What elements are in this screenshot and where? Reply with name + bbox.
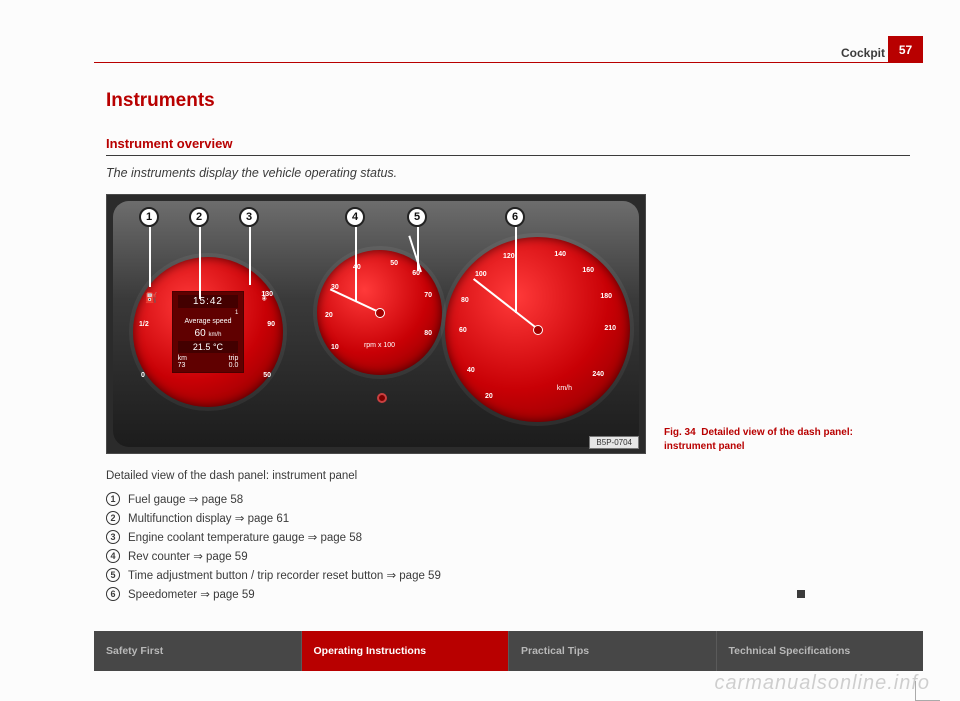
rev-counter-gauge: 10 20 30 40 50 60 70 80 rpm x 100 xyxy=(317,250,442,375)
legend-list: 1 Fuel gauge ⇒ page 58 2 Multifunction dis… xyxy=(106,492,910,601)
mfd-label: Average speed xyxy=(185,318,232,325)
callout-3: 3 xyxy=(239,207,259,227)
section-end-marker xyxy=(797,590,805,598)
footer-tabs: Safety First Operating Instructions Prac… xyxy=(94,631,923,671)
trip-reset-button xyxy=(377,393,387,403)
speed-240: 240 xyxy=(592,371,604,378)
callout-5-line xyxy=(417,227,419,271)
legend-item: 3 Engine coolant temperature gauge ⇒ page… xyxy=(106,530,910,544)
fuel-icon: ⛽ xyxy=(145,293,157,304)
legend-item: 2 Multifunction display ⇒ page 61 xyxy=(106,511,910,525)
callout-6: 6 xyxy=(505,207,525,227)
speed-100: 100 xyxy=(475,271,487,278)
legend-text: Time adjustment button / trip recorder r… xyxy=(128,568,441,582)
speedo-unit: km/h xyxy=(557,385,572,392)
side-tab-marker xyxy=(915,681,940,701)
page-title: Instruments xyxy=(106,90,910,112)
legend-text: Fuel gauge ⇒ page 58 xyxy=(128,492,243,506)
callout-4: 4 xyxy=(345,207,365,227)
legend-item: 4 Rev counter ⇒ page 59 xyxy=(106,549,910,563)
legend-num: 1 xyxy=(106,492,120,506)
mfd-temp: 21.5 °C xyxy=(178,341,237,353)
multifunction-display: 15:42 1 Average speed 60 km/h 21.5 °C km… xyxy=(172,291,244,373)
watermark: carmanualsonline.info xyxy=(714,672,930,695)
legend-text: Multifunction display ⇒ page 61 xyxy=(128,511,289,525)
speed-120: 120 xyxy=(503,253,515,260)
speed-20: 20 xyxy=(485,393,493,400)
temp-mark-130: 130 xyxy=(261,291,273,298)
callout-2: 2 xyxy=(189,207,209,227)
speed-60: 60 xyxy=(459,327,467,334)
figure-caption-lead: Fig. 34 xyxy=(664,427,696,438)
legend-text: Speedometer ⇒ page 59 xyxy=(128,587,255,601)
callout-6-line xyxy=(515,227,517,313)
tacho-80: 80 xyxy=(424,330,432,337)
footer-tab-practical[interactable]: Practical Tips xyxy=(509,631,717,671)
mfd-bottom-row: km73 trip0.0 xyxy=(178,355,239,369)
tacho-10: 10 xyxy=(331,344,339,351)
speed-160: 160 xyxy=(582,267,594,274)
footer-tab-technical[interactable]: Technical Specifications xyxy=(717,631,924,671)
speed-180: 180 xyxy=(600,293,612,300)
legend-text: Engine coolant temperature gauge ⇒ page … xyxy=(128,530,362,544)
legend-item: 6 Speedometer ⇒ page 59 xyxy=(106,587,910,601)
callout-1-line xyxy=(149,227,151,287)
legend-text: Rev counter ⇒ page 59 xyxy=(128,549,248,563)
fuel-mark-0: 0 xyxy=(141,372,145,379)
figure-id: B5P-0704 xyxy=(589,436,639,449)
callout-4-line xyxy=(355,227,357,301)
header-divider xyxy=(94,62,923,63)
speedo-needle xyxy=(472,277,539,330)
callout-3-line xyxy=(249,227,251,285)
tacho-20: 20 xyxy=(325,312,333,319)
speed-80: 80 xyxy=(461,297,469,304)
speedometer-gauge: 20 40 60 80 100 120 140 160 180 210 240 … xyxy=(445,237,630,422)
figure-caption: Fig. 34 Detailed view of the dash panel:… xyxy=(664,426,869,454)
page-number-badge: 57 xyxy=(888,36,923,63)
section-intro: The instruments display the vehicle oper… xyxy=(106,166,910,180)
tacho-50: 50 xyxy=(390,260,398,267)
callout-1: 1 xyxy=(139,207,159,227)
mfd-value: 60 km/h xyxy=(195,328,222,339)
footer-tab-operating[interactable]: Operating Instructions xyxy=(302,631,510,671)
temp-mark-50: 50 xyxy=(263,372,271,379)
speed-210: 210 xyxy=(604,325,616,332)
callout-2-line xyxy=(199,227,201,299)
speedo-center xyxy=(533,325,543,335)
detail-line: Detailed view of the dash panel: instrum… xyxy=(106,470,910,482)
tacho-70: 70 xyxy=(424,292,432,299)
temp-mark-90: 90 xyxy=(267,321,275,328)
legend-num: 2 xyxy=(106,511,120,525)
section-subtitle: Instrument overview xyxy=(106,136,910,156)
footer-tab-safety[interactable]: Safety First xyxy=(94,631,302,671)
legend-num: 5 xyxy=(106,568,120,582)
callout-5: 5 xyxy=(407,207,427,227)
speed-40: 40 xyxy=(467,367,475,374)
mfd-index: 1 xyxy=(178,310,239,316)
legend-item: 5 Time adjustment button / trip recorder … xyxy=(106,568,910,582)
instrument-panel-figure: ⛽ 🌡 0 1/2 1 50 90 130 15:42 1 Average sp… xyxy=(106,194,646,454)
tacho-unit: rpm x 100 xyxy=(364,342,395,349)
legend-item: 1 Fuel gauge ⇒ page 58 xyxy=(106,492,910,506)
figure-row: ⛽ 🌡 0 1/2 1 50 90 130 15:42 1 Average sp… xyxy=(106,194,910,454)
fuel-temp-gauge: ⛽ 🌡 0 1/2 1 50 90 130 15:42 1 Average sp… xyxy=(133,257,283,407)
speed-140: 140 xyxy=(554,251,566,258)
legend-num: 6 xyxy=(106,587,120,601)
header-section: Cockpit xyxy=(841,46,885,60)
legend-num: 3 xyxy=(106,530,120,544)
mfd-time: 15:42 xyxy=(178,295,237,308)
fuel-mark-half: 1/2 xyxy=(139,321,149,328)
tacho-center xyxy=(375,308,385,318)
page-content: Instruments Instrument overview The inst… xyxy=(106,90,910,606)
legend-num: 4 xyxy=(106,549,120,563)
